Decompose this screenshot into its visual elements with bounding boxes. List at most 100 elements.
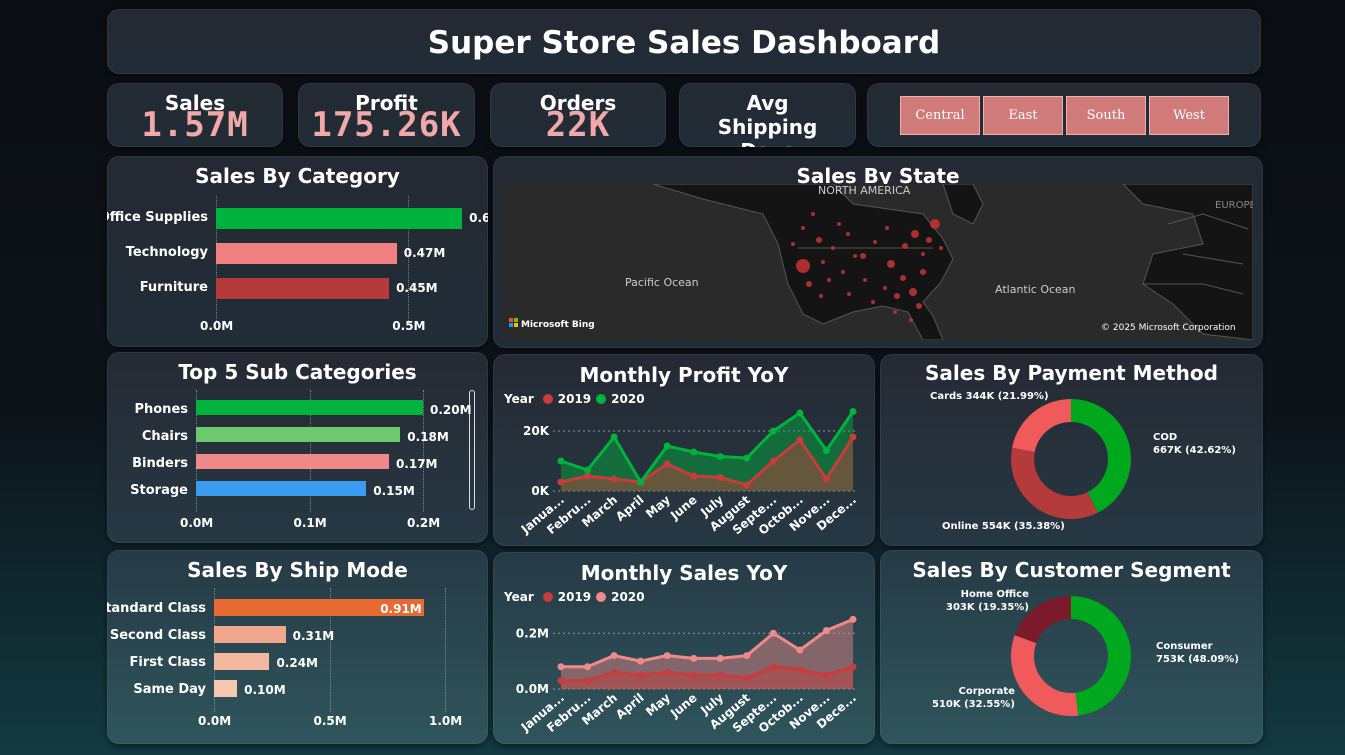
state-bubble[interactable]: [885, 226, 889, 230]
data-point-2019[interactable]: [769, 663, 777, 671]
state-bubble[interactable]: [900, 275, 906, 281]
donut-slice-consumer[interactable]: [1071, 596, 1132, 716]
bar[interactable]: [216, 243, 397, 264]
data-point-2019[interactable]: [637, 671, 645, 679]
bar[interactable]: [214, 626, 286, 643]
data-point-2019[interactable]: [584, 472, 592, 480]
data-point-2020[interactable]: [769, 427, 777, 435]
data-point-2020[interactable]: [743, 652, 751, 660]
state-bubble[interactable]: [911, 230, 919, 238]
data-point-2020[interactable]: [690, 654, 698, 662]
state-bubble[interactable]: [791, 242, 795, 246]
state-bubble[interactable]: [806, 281, 812, 287]
state-bubble[interactable]: [811, 212, 815, 216]
data-point-2019[interactable]: [716, 474, 724, 481]
state-bubble[interactable]: [920, 269, 926, 275]
data-point-2020[interactable]: [637, 657, 645, 665]
state-bubble[interactable]: [816, 237, 822, 243]
data-point-2020[interactable]: [690, 448, 698, 456]
state-bubble[interactable]: [846, 232, 850, 236]
state-bubble[interactable]: [821, 260, 825, 264]
data-point-2019[interactable]: [849, 663, 857, 671]
bar[interactable]: [196, 427, 401, 442]
data-point-2019[interactable]: [663, 460, 671, 468]
data-point-2019[interactable]: [716, 671, 724, 679]
state-bubble[interactable]: [841, 270, 845, 274]
bar[interactable]: [196, 481, 367, 496]
state-bubble[interactable]: [801, 226, 805, 230]
bar[interactable]: [216, 278, 390, 299]
slicer-central-button[interactable]: Central: [900, 96, 980, 135]
data-point-2020[interactable]: [663, 442, 671, 450]
data-point-2019[interactable]: [557, 478, 565, 486]
data-point-2019[interactable]: [796, 436, 804, 444]
bar[interactable]: [196, 454, 389, 469]
bar[interactable]: [214, 680, 238, 697]
data-point-2020[interactable]: [557, 457, 565, 465]
data-point-2019[interactable]: [557, 677, 565, 685]
data-point-2020[interactable]: [822, 447, 830, 454]
data-point-2019[interactable]: [769, 457, 777, 465]
data-point-2020[interactable]: [663, 652, 671, 660]
data-point-2019[interactable]: [663, 668, 671, 676]
slicer-south-button[interactable]: South: [1066, 96, 1146, 135]
data-point-2020[interactable]: [796, 646, 804, 654]
data-point-2020[interactable]: [716, 453, 724, 460]
state-bubble[interactable]: [909, 288, 917, 296]
data-point-2020[interactable]: [822, 627, 830, 634]
donut-slice-corporate[interactable]: [1010, 635, 1079, 717]
state-bubble[interactable]: [871, 300, 875, 304]
data-point-2020[interactable]: [849, 408, 857, 415]
slicer-east-button[interactable]: East: [983, 96, 1063, 135]
state-bubble[interactable]: [853, 254, 857, 258]
data-point-2019[interactable]: [822, 475, 830, 483]
donut-slice-online[interactable]: [1011, 447, 1098, 519]
state-bubble[interactable]: [883, 286, 887, 290]
data-point-2020[interactable]: [796, 409, 804, 417]
data-point-2019[interactable]: [743, 674, 751, 682]
state-bubble[interactable]: [796, 259, 810, 273]
state-bubble[interactable]: [921, 252, 925, 256]
data-point-2020[interactable]: [584, 663, 592, 671]
state-bubble[interactable]: [837, 222, 841, 226]
data-point-2020[interactable]: [610, 433, 618, 441]
state-bubble[interactable]: [893, 310, 897, 314]
data-point-2019[interactable]: [584, 677, 592, 685]
state-bubble[interactable]: [827, 278, 831, 282]
state-bubble[interactable]: [930, 219, 940, 229]
data-point-2020[interactable]: [769, 629, 777, 637]
state-bubble[interactable]: [873, 240, 877, 244]
data-point-2020[interactable]: [584, 466, 592, 474]
state-bubble[interactable]: [860, 253, 866, 259]
state-bubble[interactable]: [863, 278, 867, 282]
data-point-2020[interactable]: [637, 478, 645, 486]
data-point-2019[interactable]: [796, 666, 804, 673]
state-map[interactable]: NORTH AMERICA Pacific Ocean Atlantic Oce…: [503, 184, 1253, 340]
state-bubble[interactable]: [926, 237, 932, 243]
state-bubble[interactable]: [831, 246, 835, 250]
data-point-2020[interactable]: [610, 652, 618, 660]
state-bubble[interactable]: [939, 246, 943, 250]
data-point-2020[interactable]: [557, 663, 565, 671]
state-bubble[interactable]: [847, 292, 851, 296]
state-bubble[interactable]: [887, 260, 895, 268]
state-bubble[interactable]: [894, 293, 900, 299]
state-bubble[interactable]: [819, 294, 823, 298]
data-point-2019[interactable]: [610, 668, 618, 676]
data-point-2020[interactable]: [849, 615, 857, 623]
state-bubble[interactable]: [902, 243, 908, 249]
state-bubble[interactable]: [909, 318, 913, 322]
data-point-2019[interactable]: [743, 481, 751, 489]
data-point-2019[interactable]: [849, 433, 857, 441]
data-point-2019[interactable]: [690, 671, 698, 679]
data-point-2020[interactable]: [743, 454, 751, 462]
data-point-2020[interactable]: [716, 654, 724, 662]
bar[interactable]: [214, 653, 270, 670]
bar[interactable]: [216, 208, 463, 229]
slicer-west-button[interactable]: West: [1149, 96, 1229, 135]
state-bubble[interactable]: [916, 303, 922, 309]
data-point-2019[interactable]: [690, 472, 698, 480]
data-point-2019[interactable]: [610, 475, 618, 483]
bar[interactable]: [196, 400, 423, 415]
donut-slice-cards[interactable]: [1012, 399, 1071, 453]
